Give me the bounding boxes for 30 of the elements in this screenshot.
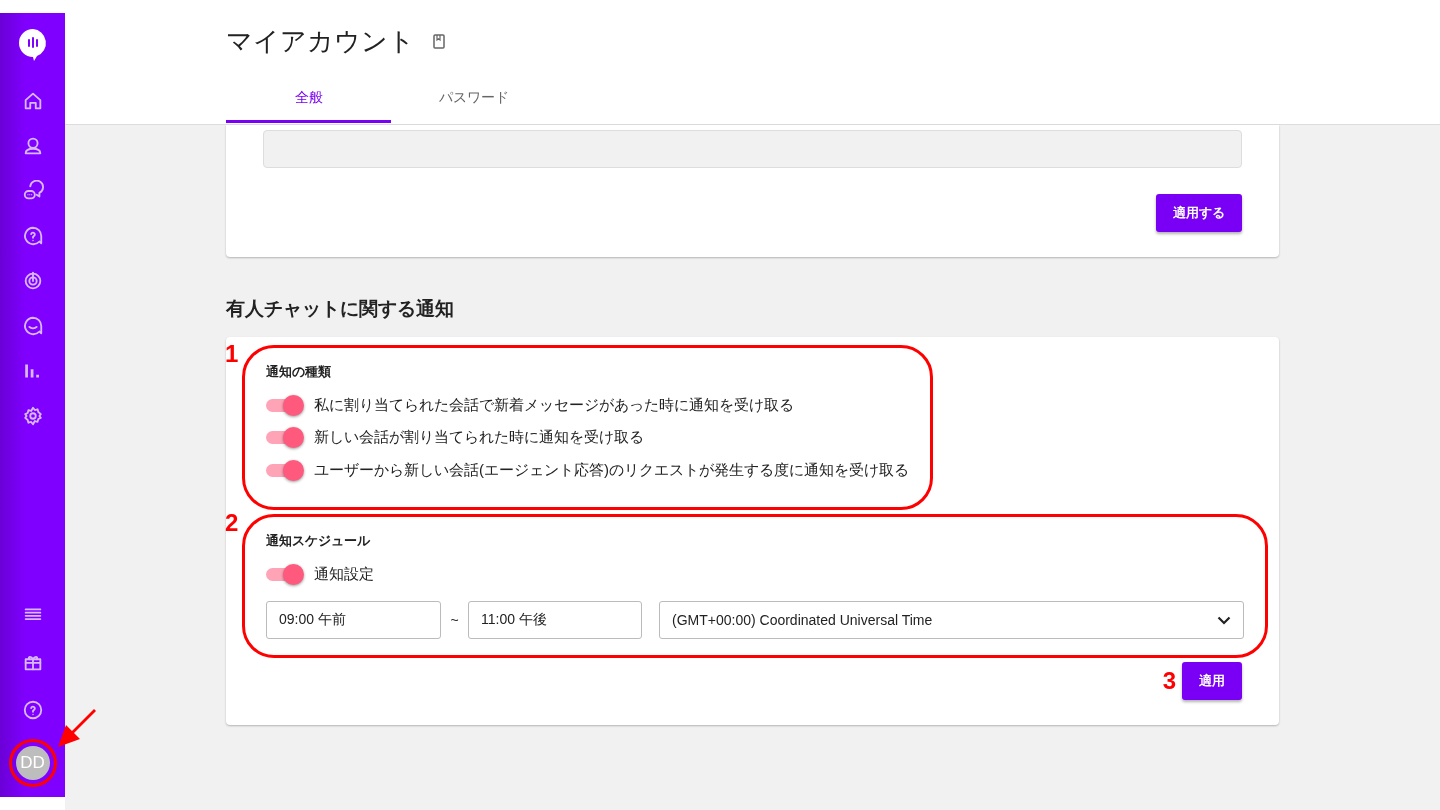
section-heading: 有人チャットに関する通知 <box>226 296 455 321</box>
toggle-label: 通知設定 <box>314 563 374 584</box>
tab[interactable]: パスワード <box>391 79 556 124</box>
settings-icon[interactable] <box>21 405 44 427</box>
annotation-number: 1 <box>225 342 239 366</box>
group-title: 通知の種類 <box>266 363 332 381</box>
group-title: 通知スケジュール <box>266 532 371 550</box>
range-separator: ~ <box>449 610 460 630</box>
timezone-select[interactable]: (GMT+00:00) Coordinated Universal Time <box>659 601 1244 639</box>
chevron-down-icon <box>1217 615 1231 625</box>
question-bubble-icon[interactable] <box>21 225 44 247</box>
start-time-field[interactable]: 09:00 午前 <box>266 601 441 639</box>
smile-bubble-icon[interactable] <box>21 315 44 337</box>
help-icon[interactable] <box>21 699 44 721</box>
toggle-switch[interactable] <box>266 562 304 585</box>
toggle-switch[interactable] <box>266 393 304 416</box>
toggle-label: 私に割り当てられた会話で新着メッセージがあった時に通知を受け取る <box>314 394 794 415</box>
chat-bubbles-icon[interactable] <box>21 180 44 202</box>
logo-icon[interactable] <box>17 28 48 62</box>
apply-button[interactable]: 適用する <box>1156 194 1242 232</box>
end-time-field[interactable]: 11:00 午後 <box>468 601 642 639</box>
toggle-switch[interactable] <box>266 426 304 449</box>
page-title: マイアカウント <box>226 26 415 58</box>
apply-button[interactable]: 適用 <box>1182 662 1242 700</box>
annotation-number: 2 <box>225 511 239 535</box>
annotation-number: 3 <box>1162 668 1176 693</box>
toggle-label: ユーザーから新しい会話(エージェント応答)のリクエストが発生する度に通知を受け取る <box>314 459 909 480</box>
bookmark-icon[interactable] <box>433 34 445 50</box>
toggle-switch[interactable] <box>266 458 304 481</box>
toggle-label: 新しい会話が割り当てられた時に通知を受け取る <box>314 427 644 447</box>
